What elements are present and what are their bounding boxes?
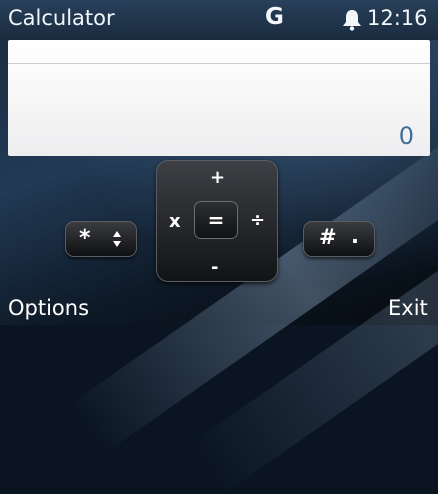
- display-divider: [8, 63, 430, 64]
- decimal-point-label: .: [351, 224, 359, 248]
- calculator-display: 0: [8, 40, 430, 156]
- display-value: 0: [398, 122, 414, 150]
- app-title: Calculator: [8, 6, 115, 30]
- operator-pad: + x = ÷ -: [156, 160, 278, 282]
- equals-button[interactable]: =: [194, 201, 238, 239]
- options-softkey[interactable]: Options: [8, 296, 89, 320]
- plus-button[interactable]: +: [210, 167, 225, 188]
- arrow-down-icon: [113, 241, 121, 247]
- status-bar: Calculator G 12:16: [0, 0, 438, 40]
- star-key[interactable]: *: [65, 221, 137, 257]
- divide-button[interactable]: ÷: [250, 210, 265, 231]
- minus-button[interactable]: -: [211, 257, 218, 278]
- hash-key[interactable]: # .: [303, 221, 375, 257]
- bell-icon: [343, 10, 361, 31]
- exit-softkey[interactable]: Exit: [388, 296, 428, 320]
- arrow-up-icon: [113, 231, 121, 237]
- multiply-button[interactable]: x: [169, 211, 181, 232]
- clock: 12:16: [367, 6, 428, 30]
- network-indicator: G: [265, 4, 284, 30]
- star-key-label: *: [79, 226, 91, 251]
- hash-key-label: #: [319, 225, 337, 249]
